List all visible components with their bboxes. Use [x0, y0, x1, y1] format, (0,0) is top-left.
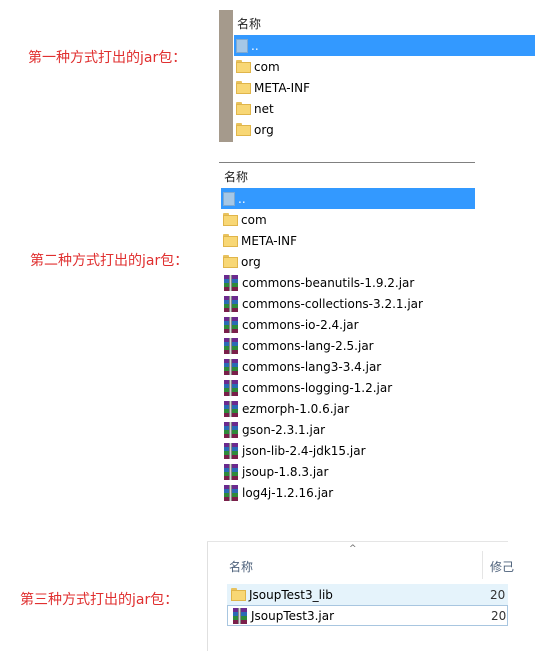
file-name: commons-beanutils-1.9.2.jar	[242, 275, 415, 290]
list-item[interactable]: org	[234, 119, 535, 140]
list-item[interactable]: org	[221, 251, 475, 272]
file-name: log4j-1.2.16.jar	[242, 485, 334, 500]
file-name: commons-logging-1.2.jar	[242, 380, 393, 395]
column-header-name[interactable]: 名称	[237, 15, 261, 32]
archive-icon	[223, 463, 239, 480]
file-list: JsoupTest3_lib 20 JsoupTest3.jar 20	[227, 584, 508, 628]
panel-left-border	[207, 541, 208, 651]
list-item[interactable]: log4j-1.2.16.jar	[221, 482, 475, 503]
file-name: META-INF	[254, 80, 311, 95]
file-name: ..	[251, 38, 259, 53]
folder-icon	[236, 123, 251, 136]
list-item[interactable]: META-INF	[221, 230, 475, 251]
list-item[interactable]: com	[221, 209, 475, 230]
archive-icon	[223, 421, 239, 438]
list-item[interactable]: JsoupTest3.jar 20	[227, 605, 508, 626]
file-name: ezmorph-1.0.6.jar	[242, 401, 350, 416]
caption-first-method: 第一种方式打出的jar包：	[28, 50, 187, 66]
file-name: commons-io-2.4.jar	[242, 317, 359, 332]
file-name: JsoupTest3.jar	[251, 608, 335, 623]
file-name: com	[241, 212, 267, 227]
file-name: org	[241, 254, 261, 269]
list-item[interactable]: jsoup-1.8.3.jar	[221, 461, 475, 482]
archive-icon	[223, 337, 239, 354]
explorer-panel-third: ^ 名称 修己 JsoupTest3_lib 20 JsoupTest3.jar 20	[207, 541, 514, 651]
list-item[interactable]: META-INF	[234, 77, 535, 98]
folder-icon	[223, 234, 238, 247]
file-name: META-INF	[241, 233, 298, 248]
column-header-name[interactable]: 名称	[224, 168, 248, 185]
list-item[interactable]: commons-io-2.4.jar	[221, 314, 475, 335]
folder-icon	[223, 213, 238, 226]
list-item[interactable]: ..	[234, 35, 535, 56]
file-name: commons-lang-2.5.jar	[242, 338, 374, 353]
archive-icon	[223, 400, 239, 417]
list-item[interactable]: ezmorph-1.0.6.jar	[221, 398, 475, 419]
explorer-panel-second: 名称 .. com META-INF org commons-beanutils-1.9…	[219, 162, 475, 504]
archive-icon	[223, 274, 239, 291]
folder-icon	[231, 588, 246, 601]
file-name: ..	[238, 191, 246, 206]
file-name: com	[254, 59, 280, 74]
file-name: json-lib-2.4-jdk15.jar	[242, 443, 366, 458]
column-header-modified[interactable]: 修己	[490, 558, 514, 575]
archive-icon	[232, 607, 248, 624]
list-item[interactable]: net	[234, 98, 535, 119]
file-name: commons-collections-3.2.1.jar	[242, 296, 423, 311]
archive-icon	[223, 379, 239, 396]
column-separator[interactable]	[482, 551, 483, 579]
list-item[interactable]: com	[234, 56, 535, 77]
file-name: org	[254, 122, 274, 137]
file-name: commons-lang3-3.4.jar	[242, 359, 382, 374]
list-item[interactable]: gson-2.3.1.jar	[221, 419, 475, 440]
modified-date: 20	[490, 587, 506, 602]
column-header-name[interactable]: 名称	[229, 558, 253, 575]
parent-folder-icon	[236, 38, 248, 53]
file-name: gson-2.3.1.jar	[242, 422, 326, 437]
folder-icon	[223, 255, 238, 268]
modified-date: 20	[491, 608, 507, 623]
file-name: jsoup-1.8.3.jar	[242, 464, 329, 479]
list-item[interactable]: commons-collections-3.2.1.jar	[221, 293, 475, 314]
archive-icon	[223, 295, 239, 312]
archive-icon	[223, 484, 239, 501]
folder-icon	[236, 60, 251, 73]
file-list: .. com META-INF net org	[234, 35, 535, 141]
header-top-line	[207, 541, 508, 542]
parent-folder-icon	[223, 191, 235, 206]
caption-second-method: 第二种方式打出的jar包：	[30, 253, 189, 269]
folder-icon	[236, 81, 251, 94]
archive-icon	[223, 316, 239, 333]
caption-third-method: 第三种方式打出的jar包：	[20, 592, 179, 608]
list-item[interactable]: commons-lang-2.5.jar	[221, 335, 475, 356]
archive-icon	[223, 358, 239, 375]
file-list: .. com META-INF org commons-beanutils-1.9.2.…	[221, 188, 475, 504]
window-edge-strip	[219, 10, 233, 142]
list-item[interactable]: commons-beanutils-1.9.2.jar	[221, 272, 475, 293]
list-item[interactable]: json-lib-2.4-jdk15.jar	[221, 440, 475, 461]
list-item[interactable]: commons-lang3-3.4.jar	[221, 356, 475, 377]
file-name: JsoupTest3_lib	[249, 587, 333, 602]
list-item[interactable]: JsoupTest3_lib 20	[227, 584, 508, 605]
folder-icon	[236, 102, 251, 115]
list-item[interactable]: ..	[221, 188, 475, 209]
archive-icon	[223, 442, 239, 459]
header-top-line	[219, 162, 475, 163]
file-name: net	[254, 101, 274, 116]
explorer-panel-first: 名称 .. com META-INF net org	[219, 10, 535, 142]
list-item[interactable]: commons-logging-1.2.jar	[221, 377, 475, 398]
sort-ascending-icon: ^	[349, 544, 357, 554]
